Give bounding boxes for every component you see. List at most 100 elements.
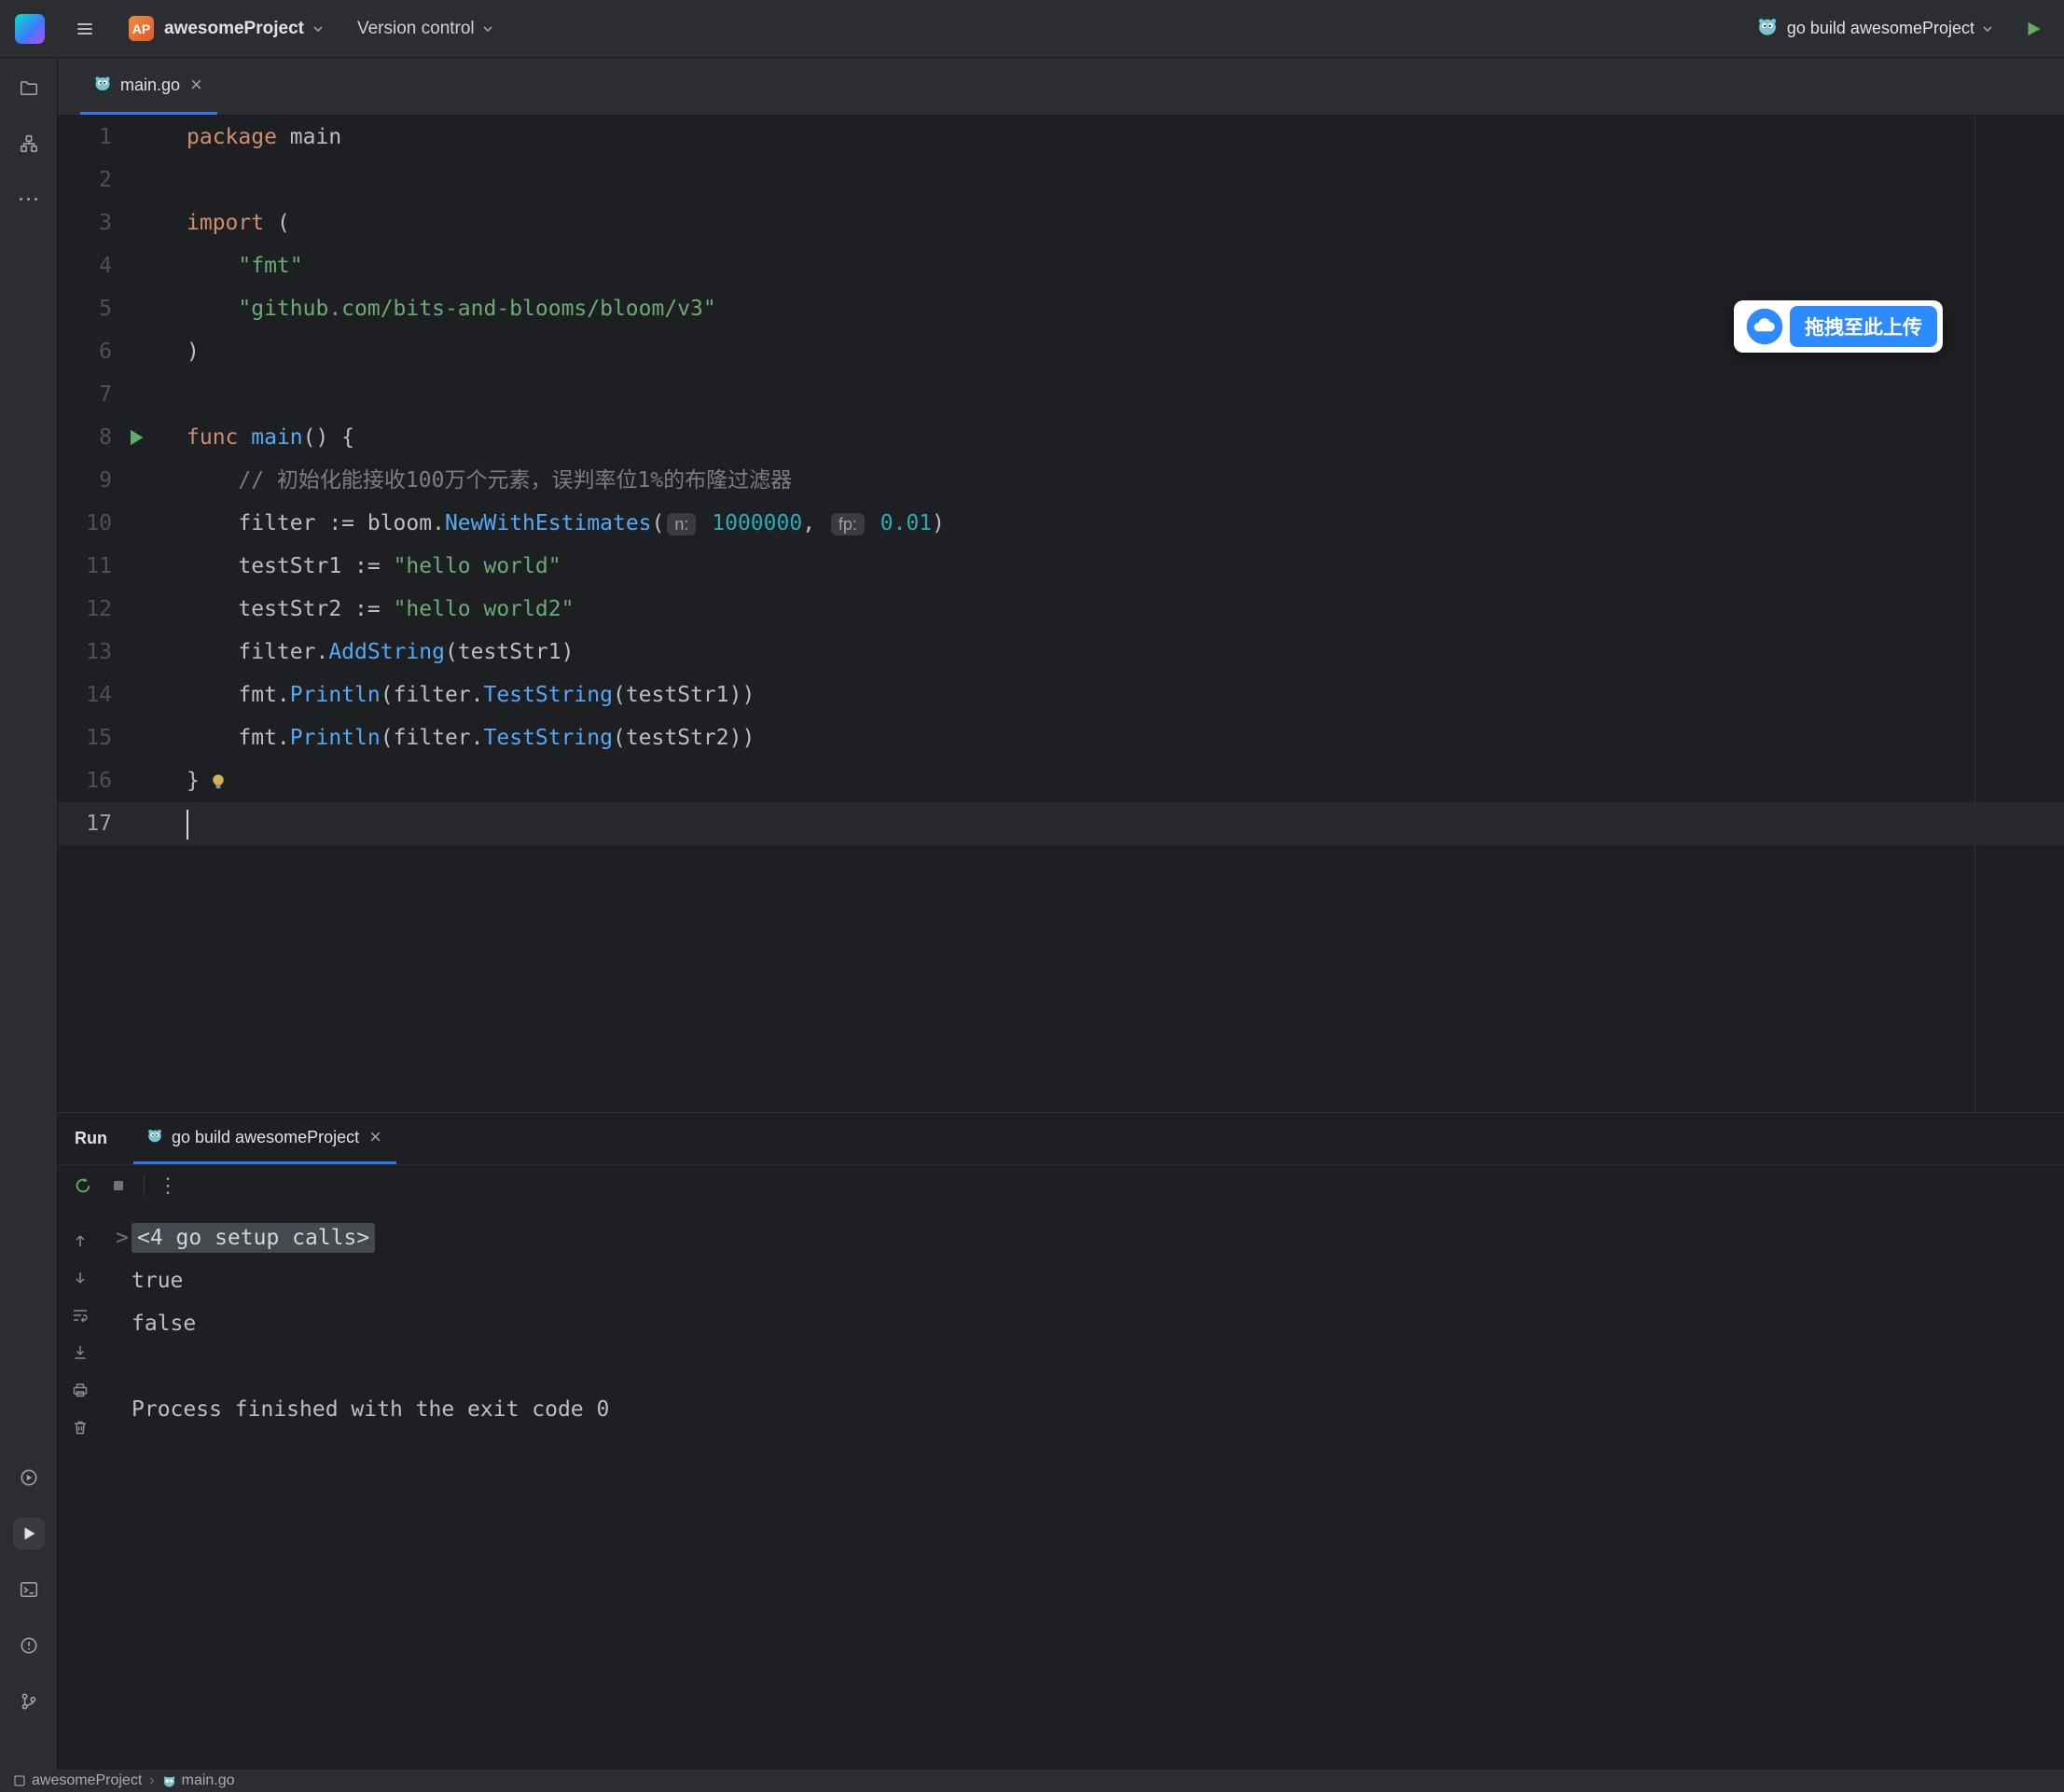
line-number[interactable]: 16 (58, 759, 112, 802)
console-output[interactable]: ><4 go setup calls>truefalseProcess fini… (103, 1206, 2064, 1770)
console-toolbar (58, 1206, 103, 1770)
line-number[interactable]: 8 (58, 416, 112, 459)
close-icon[interactable]: × (367, 1127, 383, 1147)
breadcrumb-project[interactable]: awesomeProject (13, 1772, 142, 1789)
editor-line[interactable]: 9 // 初始化能接收100万个元素，误判率位1%的布隆过滤器 (58, 459, 2064, 502)
code-lines: 1 package main 23import (4 "fmt"5 "github.… (58, 116, 2064, 845)
editor-line[interactable]: 1 package main (58, 116, 2064, 159)
gutter-icon-slot (112, 802, 187, 845)
run-button[interactable] (2017, 13, 2049, 45)
line-number[interactable]: 17 (58, 802, 112, 845)
gopher-icon (146, 1127, 163, 1148)
run-panel-title[interactable]: Run (75, 1129, 107, 1148)
code-line-text: filter := bloom.NewWithEstimates(n: 1000… (187, 502, 945, 545)
chevron-down-icon[interactable] (1980, 21, 1995, 36)
gopher-icon (93, 74, 112, 97)
editor-line[interactable]: 12 testStr2 := "hello world2" (58, 588, 2064, 631)
close-icon[interactable]: × (188, 75, 204, 95)
print-icon[interactable] (66, 1376, 94, 1404)
editor-line[interactable]: 10 filter := bloom.NewWithEstimates(n: 1… (58, 502, 2064, 545)
line-number[interactable]: 14 (58, 674, 112, 716)
breadcrumb-file[interactable]: main.go (162, 1772, 235, 1789)
project-folder-icon[interactable] (13, 72, 45, 104)
run-line-icon[interactable] (112, 416, 187, 459)
goland-logo-icon (15, 14, 45, 44)
editor-tab-bar: main.go × (58, 58, 2064, 116)
code-line-text: filter.AddString(testStr1) (187, 631, 574, 674)
editor-line[interactable]: 15 fmt.Println(filter.TestString(testStr… (58, 716, 2064, 759)
project-name[interactable]: awesomeProject (164, 19, 304, 39)
line-number[interactable]: 6 (58, 330, 112, 373)
soft-wrap-icon[interactable] (66, 1301, 94, 1329)
editor-line[interactable]: 3import ( (58, 201, 2064, 244)
structure-icon[interactable] (13, 128, 45, 160)
line-number[interactable]: 3 (58, 201, 112, 244)
editor-line[interactable]: 8func main() { (58, 416, 2064, 459)
gutter-icon-slot (112, 588, 187, 631)
gutter-icon-slot (112, 716, 187, 759)
line-number[interactable]: 15 (58, 716, 112, 759)
stop-icon[interactable] (104, 1172, 132, 1200)
more-tool-windows-icon[interactable]: ⋯ (13, 184, 45, 215)
parameter-hint: fp: (831, 513, 865, 535)
line-number[interactable]: 4 (58, 244, 112, 287)
gutter-icon-slot (112, 631, 187, 674)
services-icon[interactable] (13, 1462, 45, 1493)
gutter-icon-slot (112, 244, 187, 287)
code-line-text: } (187, 759, 228, 802)
code-line-text: // 初始化能接收100万个元素，误判率位1%的布隆过滤器 (187, 459, 792, 502)
editor-line[interactable]: 4 "fmt" (58, 244, 2064, 287)
clear-console-icon[interactable] (66, 1413, 94, 1441)
editor-line[interactable]: 13 filter.AddString(testStr1) (58, 631, 2064, 674)
code-line-text: package main (187, 116, 341, 159)
intention-bulb-icon[interactable] (209, 772, 228, 791)
fold-arrow-icon[interactable]: > (116, 1216, 129, 1259)
run-tool-window-icon[interactable] (13, 1518, 45, 1549)
chevron-down-icon[interactable] (311, 21, 326, 36)
code-line-text: fmt.Println(filter.TestString(testStr2)) (187, 716, 755, 759)
editor-line[interactable]: 14 fmt.Println(filter.TestString(testStr… (58, 674, 2064, 716)
editor-line[interactable]: 2 (58, 159, 2064, 201)
line-number[interactable]: 2 (58, 159, 112, 201)
down-stacktrace-icon[interactable] (66, 1264, 94, 1292)
code-line-text: testStr1 := "hello world" (187, 545, 561, 588)
terminal-icon[interactable] (13, 1574, 45, 1605)
code-editor[interactable]: 1 package main 23import (4 "fmt"5 "github.… (58, 116, 2064, 1112)
line-number[interactable]: 1 (58, 116, 112, 159)
run-configuration-selector[interactable]: go build awesomeProject (1787, 19, 1974, 38)
upload-button[interactable]: 拖拽至此上传 (1790, 306, 1937, 347)
git-branch-icon[interactable] (13, 1686, 45, 1717)
line-number[interactable]: 12 (58, 588, 112, 631)
main-menu-icon[interactable] (69, 13, 101, 45)
line-number[interactable]: 13 (58, 631, 112, 674)
console-line: false (132, 1302, 2064, 1345)
project-badge[interactable]: AP (129, 16, 154, 41)
scroll-to-end-icon[interactable] (66, 1339, 94, 1367)
folded-output-chip[interactable]: <4 go setup calls> (132, 1223, 375, 1253)
gopher-icon (162, 1774, 176, 1788)
console-line: ><4 go setup calls> (132, 1216, 2064, 1259)
breadcrumb-project-label: awesomeProject (32, 1772, 142, 1789)
run-tab[interactable]: go build awesomeProject × (133, 1113, 396, 1164)
chevron-down-icon (480, 21, 495, 36)
tab-main-go[interactable]: main.go × (80, 58, 217, 115)
goland-window: AP awesomeProject Version control go bui… (0, 0, 2064, 1792)
problems-icon[interactable] (13, 1630, 45, 1661)
gutter-icon-slot (112, 759, 187, 802)
gutter-icon-slot (112, 287, 187, 330)
editor-line[interactable]: 17 (58, 802, 2064, 845)
line-number[interactable]: 10 (58, 502, 112, 545)
rerun-icon[interactable] (69, 1172, 97, 1200)
line-number[interactable]: 5 (58, 287, 112, 330)
code-line-text: "github.com/bits-and-blooms/bloom/v3" (187, 287, 716, 330)
editor-line[interactable]: 7 (58, 373, 2064, 416)
up-stacktrace-icon[interactable] (66, 1227, 94, 1255)
line-number[interactable]: 9 (58, 459, 112, 502)
console-text: Process finished with the exit code 0 (132, 1397, 609, 1422)
line-number[interactable]: 7 (58, 373, 112, 416)
line-number[interactable]: 11 (58, 545, 112, 588)
editor-line[interactable]: 16} (58, 759, 2064, 802)
editor-line[interactable]: 11 testStr1 := "hello world" (58, 545, 2064, 588)
version-control-widget[interactable]: Version control (357, 19, 499, 39)
more-options-icon[interactable]: ⋮ (154, 1172, 182, 1200)
